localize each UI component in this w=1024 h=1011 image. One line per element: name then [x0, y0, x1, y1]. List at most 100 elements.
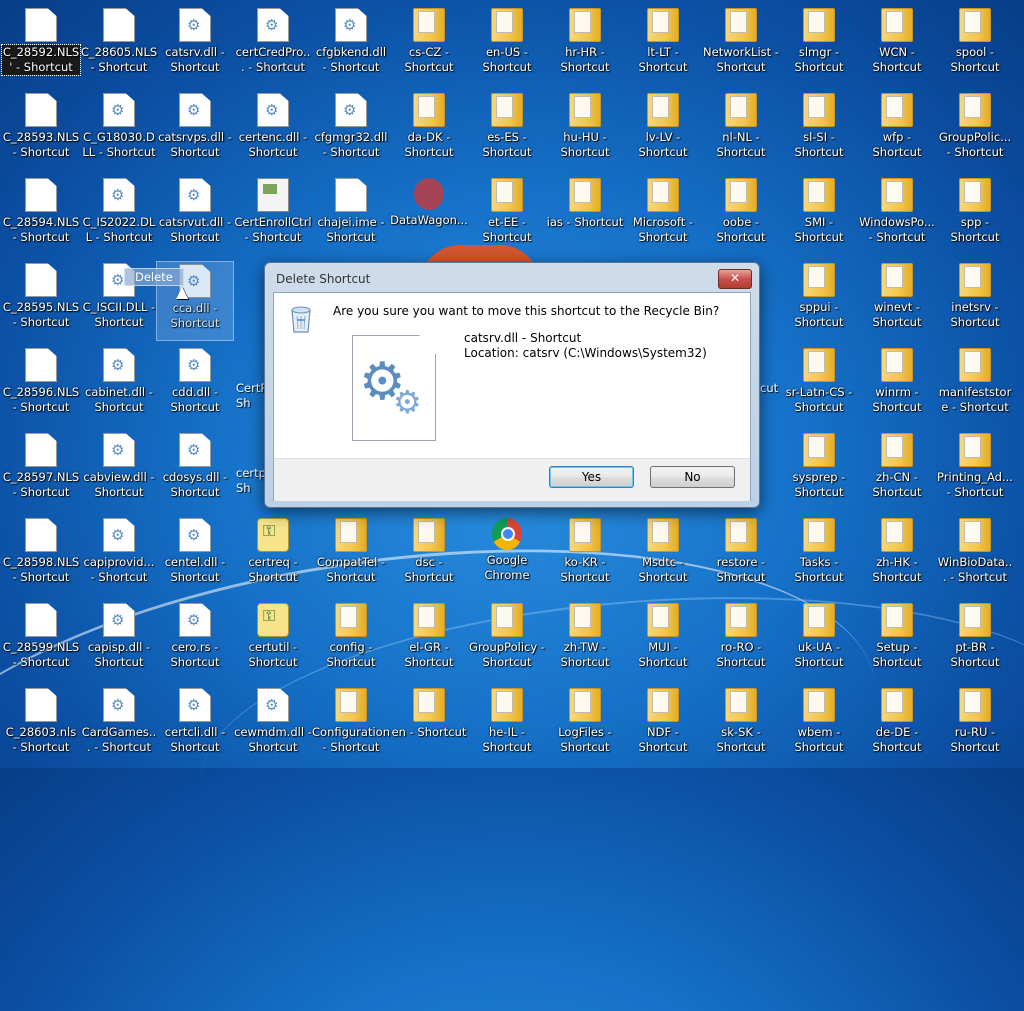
- desktop-icon[interactable]: cdosys.dll - Shortcut: [156, 431, 234, 511]
- desktop-icon[interactable]: NetworkList - Shortcut: [702, 6, 780, 86]
- desktop-icon[interactable]: spool - Shortcut: [936, 6, 1014, 86]
- desktop-icon[interactable]: sk-SK - Shortcut: [702, 686, 780, 766]
- desktop-icon[interactable]: capisp.dll - Shortcut: [80, 601, 158, 681]
- desktop-icon[interactable]: pt-BR - Shortcut: [936, 601, 1014, 681]
- folder-shortcut-icon: [959, 433, 991, 467]
- desktop-icon[interactable]: MUI - Shortcut: [624, 601, 702, 681]
- desktop-icon[interactable]: C_28605.NLS - Shortcut: [80, 6, 158, 86]
- desktop-icon[interactable]: slmgr - Shortcut: [780, 6, 858, 86]
- desktop-icon[interactable]: cero.rs - Shortcut: [156, 601, 234, 681]
- desktop-icon[interactable]: wfp - Shortcut: [858, 91, 936, 171]
- desktop-icon[interactable]: Msdtc - Shortcut: [624, 516, 702, 596]
- desktop-icon[interactable]: C_28599.NLS - Shortcut: [2, 601, 80, 681]
- desktop-icon[interactable]: certreq - Shortcut: [234, 516, 312, 596]
- dialog-titlebar[interactable]: Delete Shortcut ✕: [265, 263, 759, 291]
- desktop-icon[interactable]: wbem - Shortcut: [780, 686, 858, 766]
- desktop-icon[interactable]: ko-KR - Shortcut: [546, 516, 624, 596]
- desktop-icon[interactable]: es-ES - Shortcut: [468, 91, 546, 171]
- desktop-icon[interactable]: GroupPolicy - Shortcut: [468, 601, 546, 681]
- desktop-icon[interactable]: Microsoft - Shortcut: [624, 176, 702, 256]
- desktop-icon[interactable]: oobe - Shortcut: [702, 176, 780, 256]
- desktop-icon[interactable]: C_28596.NLS - Shortcut: [2, 346, 80, 426]
- desktop-icon[interactable]: capiprovid... - Shortcut: [80, 516, 158, 596]
- desktop-icon[interactable]: restore - Shortcut: [702, 516, 780, 596]
- desktop-icon[interactable]: CardGames... - Shortcut: [80, 686, 158, 766]
- desktop-icon[interactable]: zh-TW - Shortcut: [546, 601, 624, 681]
- desktop-icon[interactable]: el-GR - Shortcut: [390, 601, 468, 681]
- desktop-icon[interactable]: en - Shortcut: [390, 686, 468, 766]
- desktop-icon[interactable]: ru-RU - Shortcut: [936, 686, 1014, 766]
- desktop-icon[interactable]: certcli.dll - Shortcut: [156, 686, 234, 766]
- desktop-icon[interactable]: Tasks - Shortcut: [780, 516, 858, 596]
- desktop-icon[interactable]: sysprep - Shortcut: [780, 431, 858, 511]
- desktop-icon[interactable]: cfgbkend.dll - Shortcut: [312, 6, 390, 86]
- desktop-icon[interactable]: sl-SI - Shortcut: [780, 91, 858, 171]
- desktop-icon[interactable]: et-EE - Shortcut: [468, 176, 546, 256]
- desktop-icon[interactable]: C_28597.NLS - Shortcut: [2, 431, 80, 511]
- desktop-icon[interactable]: chajei.ime - Shortcut: [312, 176, 390, 256]
- desktop-icon[interactable]: ro-RO - Shortcut: [702, 601, 780, 681]
- desktop-icon[interactable]: nl-NL - Shortcut: [702, 91, 780, 171]
- desktop-icon[interactable]: certenc.dll - Shortcut: [234, 91, 312, 171]
- desktop-icon[interactable]: C_28598.NLS - Shortcut: [2, 516, 80, 596]
- desktop-icon[interactable]: catsrvut.dll - Shortcut: [156, 176, 234, 256]
- desktop-icon[interactable]: hu-HU - Shortcut: [546, 91, 624, 171]
- desktop-icon[interactable]: hr-HR - Shortcut: [546, 6, 624, 86]
- desktop-icon[interactable]: CertEnrollCtrl - Shortcut: [234, 176, 312, 256]
- desktop-icon[interactable]: manifeststore - Shortcut: [936, 346, 1014, 426]
- desktop-icon[interactable]: C_28592.NLS' - Shortcut: [1, 6, 81, 86]
- desktop-icon[interactable]: spp - Shortcut: [936, 176, 1014, 256]
- desktop-icon[interactable]: lt-LT - Shortcut: [624, 6, 702, 86]
- desktop-icon[interactable]: cabview.dll - Shortcut: [80, 431, 158, 511]
- desktop-icon[interactable]: cabinet.dll - Shortcut: [80, 346, 158, 426]
- desktop-icon[interactable]: centel.dll - Shortcut: [156, 516, 234, 596]
- desktop-icon[interactable]: C_28593.NLS - Shortcut: [2, 91, 80, 171]
- no-button[interactable]: No: [650, 466, 735, 488]
- desktop-icon[interactable]: winrm - Shortcut: [858, 346, 936, 426]
- yes-button[interactable]: Yes: [549, 466, 634, 488]
- desktop-icon[interactable]: DataWagon...: [390, 176, 468, 256]
- desktop-icon[interactable]: en-US - Shortcut: [468, 6, 546, 86]
- desktop-icon[interactable]: WCN - Shortcut: [858, 6, 936, 86]
- folder-shortcut-icon: [413, 603, 445, 637]
- desktop-icon[interactable]: certCredPro... - Shortcut: [234, 6, 312, 86]
- desktop-icon[interactable]: NDF - Shortcut: [624, 686, 702, 766]
- desktop-icon[interactable]: catsrv.dll - Shortcut: [156, 6, 234, 86]
- desktop-icon[interactable]: cfgmgr32.dll - Shortcut: [312, 91, 390, 171]
- desktop-icon[interactable]: catsrvps.dll - Shortcut: [156, 91, 234, 171]
- desktop-icon[interactable]: SMI - Shortcut: [780, 176, 858, 256]
- desktop-icon[interactable]: zh-HK - Shortcut: [858, 516, 936, 596]
- desktop-icon[interactable]: cewmdm.dll - Shortcut: [234, 686, 312, 766]
- desktop-icon[interactable]: WinBioData... - Shortcut: [936, 516, 1014, 596]
- desktop-icon[interactable]: C_28594.NLS - Shortcut: [2, 176, 80, 256]
- desktop-icon[interactable]: inetsrv - Shortcut: [936, 261, 1014, 341]
- desktop-icon[interactable]: cs-CZ - Shortcut: [390, 6, 468, 86]
- desktop-icon[interactable]: LogFiles - Shortcut: [546, 686, 624, 766]
- desktop-icon[interactable]: uk-UA - Shortcut: [780, 601, 858, 681]
- desktop-icon[interactable]: he-IL - Shortcut: [468, 686, 546, 766]
- desktop-icon[interactable]: sppui - Shortcut: [780, 261, 858, 341]
- desktop-icon[interactable]: CompatTel - Shortcut: [312, 516, 390, 596]
- desktop-icon[interactable]: de-DE - Shortcut: [858, 686, 936, 766]
- desktop-icon[interactable]: winevt - Shortcut: [858, 261, 936, 341]
- desktop-icon[interactable]: lv-LV - Shortcut: [624, 91, 702, 171]
- desktop-icon[interactable]: da-DK - Shortcut: [390, 91, 468, 171]
- desktop-icon[interactable]: C_28595.NLS - Shortcut: [2, 261, 80, 341]
- dialog-close-button[interactable]: ✕: [718, 269, 752, 289]
- desktop-icon[interactable]: ias - Shortcut: [546, 176, 624, 256]
- desktop-icon[interactable]: GroupPolic... - Shortcut: [936, 91, 1014, 171]
- desktop-icon[interactable]: zh-CN - Shortcut: [858, 431, 936, 511]
- desktop-icon[interactable]: C_G18030.DLL - Shortcut: [80, 91, 158, 171]
- desktop-icon[interactable]: certutil - Shortcut: [234, 601, 312, 681]
- desktop-icon[interactable]: Setup - Shortcut: [858, 601, 936, 681]
- desktop-icon[interactable]: dsc - Shortcut: [390, 516, 468, 596]
- desktop-icon[interactable]: config - Shortcut: [312, 601, 390, 681]
- desktop-icon[interactable]: Printing_Ad... - Shortcut: [936, 431, 1014, 511]
- desktop-icon[interactable]: sr-Latn-CS - Shortcut: [780, 346, 858, 426]
- desktop-icon[interactable]: Configuration - Shortcut: [312, 686, 390, 766]
- desktop-icon[interactable]: Google Chrome: [468, 516, 546, 596]
- desktop-icon[interactable]: WindowsPo... - Shortcut: [858, 176, 936, 256]
- desktop-icon[interactable]: cdd.dll - Shortcut: [156, 346, 234, 426]
- desktop-icon[interactable]: C_28603.nls - Shortcut: [2, 686, 80, 766]
- desktop-icon[interactable]: C_IS2022.DLL - Shortcut: [80, 176, 158, 256]
